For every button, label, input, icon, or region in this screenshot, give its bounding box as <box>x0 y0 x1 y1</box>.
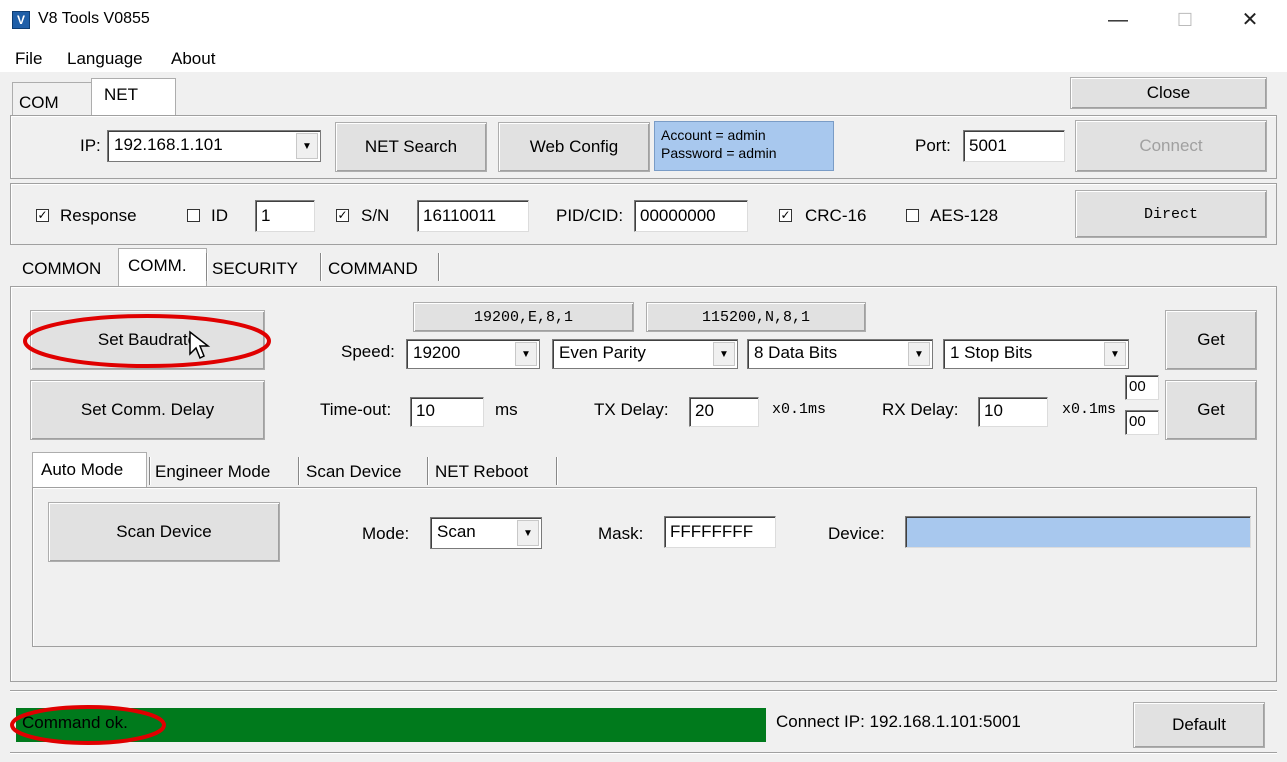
annotation-ellipse-baudrate <box>23 314 271 368</box>
annotation-layer <box>10 314 271 745</box>
app-window: V V8 Tools V0855 — ☐ ✕ File Language Abo… <box>0 0 1287 762</box>
annotation-ellipse-status <box>10 705 166 745</box>
